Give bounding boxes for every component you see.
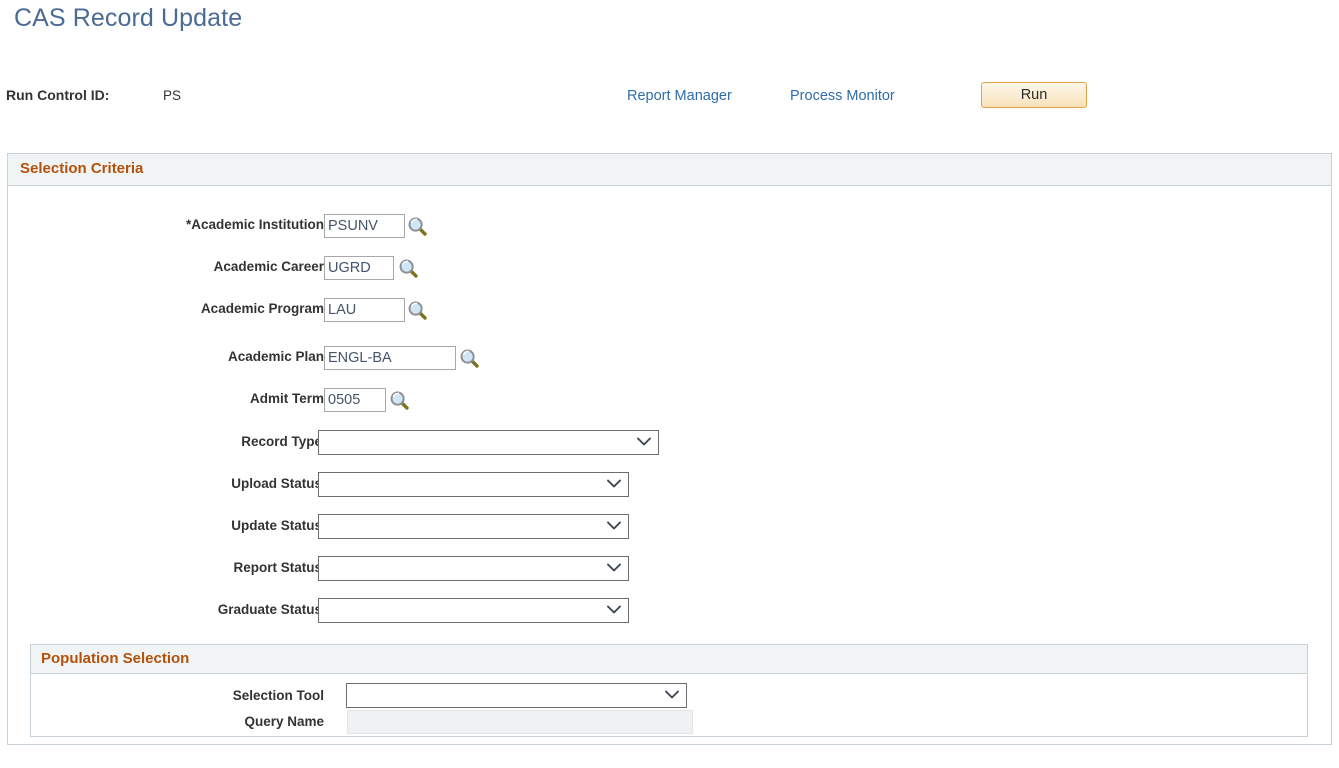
admit-term-input[interactable] — [324, 388, 386, 412]
upload-status-label: Upload Status — [231, 476, 322, 491]
query-name-input[interactable] — [347, 710, 693, 734]
field-row-academic-program: Academic Program — [8, 298, 324, 324]
report-status-label: Report Status — [233, 560, 322, 575]
record-type-dropdown[interactable] — [318, 430, 659, 455]
graduate-status-dropdown[interactable] — [318, 598, 629, 623]
field-row-query-name: Query Name — [31, 711, 324, 737]
field-row-admit-term: Admit Term — [8, 388, 324, 414]
selection-tool-label: Selection Tool — [232, 688, 324, 703]
record-type-label: Record Type — [241, 434, 322, 449]
admit-term-lookup-icon[interactable] — [389, 390, 410, 411]
field-row-academic-career: Academic Career — [8, 256, 324, 282]
selection-criteria-header: Selection Criteria — [8, 154, 1331, 186]
query-name-label: Query Name — [244, 714, 324, 729]
page-title: CAS Record Update — [14, 4, 243, 32]
academic-plan-input[interactable] — [324, 346, 456, 370]
field-row-record-type: Record Type — [8, 431, 322, 457]
update-status-dropdown-wrap — [318, 514, 629, 539]
run-control-id-label: Run Control ID: — [6, 87, 110, 103]
report-status-dropdown-wrap — [318, 556, 629, 581]
academic-career-input[interactable] — [324, 256, 394, 280]
magnifying-glass-icon — [408, 217, 427, 236]
academic-institution-label: *Academic Institution — [185, 217, 324, 232]
academic-plan-label: Academic Plan — [227, 349, 324, 364]
admit-term-label: Admit Term — [249, 391, 324, 406]
academic-plan-lookup-icon[interactable] — [459, 348, 480, 369]
run-control-bar: Run Control ID: PS Report Manager Proces… — [0, 82, 1339, 118]
academic-career-lookup-icon[interactable] — [398, 258, 419, 279]
upload-status-dropdown-wrap — [318, 472, 629, 497]
population-selection-panel: Population Selection Selection Tool Quer… — [30, 644, 1308, 737]
selection-tool-dropdown-wrap — [346, 683, 687, 708]
academic-program-label: Academic Program — [200, 301, 324, 316]
update-status-dropdown[interactable] — [318, 514, 629, 539]
process-monitor-link[interactable]: Process Monitor — [790, 88, 895, 104]
academic-program-input[interactable] — [324, 298, 405, 322]
field-row-upload-status: Upload Status — [8, 473, 322, 499]
selection-criteria-title: Selection Criteria — [20, 160, 144, 177]
magnifying-glass-icon — [399, 259, 418, 278]
magnifying-glass-icon — [390, 391, 409, 410]
field-row-report-status: Report Status — [8, 557, 322, 583]
field-row-update-status: Update Status — [8, 515, 322, 541]
academic-institution-input[interactable] — [324, 214, 405, 238]
field-row-academic-institution: *Academic Institution — [8, 214, 324, 240]
run-button[interactable]: Run — [981, 82, 1087, 108]
academic-career-label: Academic Career — [213, 259, 324, 274]
field-row-academic-plan: Academic Plan — [8, 346, 324, 372]
graduate-status-dropdown-wrap — [318, 598, 629, 623]
graduate-status-label: Graduate Status — [217, 602, 322, 617]
field-row-selection-tool: Selection Tool — [31, 685, 324, 711]
upload-status-dropdown[interactable] — [318, 472, 629, 497]
selection-tool-dropdown[interactable] — [346, 683, 687, 708]
academic-institution-lookup-icon[interactable] — [407, 216, 428, 237]
report-manager-link[interactable]: Report Manager — [627, 88, 732, 104]
run-control-id-value: PS — [163, 88, 182, 103]
magnifying-glass-icon — [408, 301, 427, 320]
magnifying-glass-icon — [460, 349, 479, 368]
record-type-dropdown-wrap — [318, 430, 659, 455]
report-status-dropdown[interactable] — [318, 556, 629, 581]
population-selection-title: Population Selection — [41, 650, 190, 667]
population-selection-header: Population Selection — [31, 645, 1307, 674]
academic-program-lookup-icon[interactable] — [407, 300, 428, 321]
selection-criteria-panel: Selection Criteria *Academic Institution… — [7, 153, 1332, 745]
update-status-label: Update Status — [231, 518, 322, 533]
field-row-graduate-status: Graduate Status — [8, 599, 322, 625]
